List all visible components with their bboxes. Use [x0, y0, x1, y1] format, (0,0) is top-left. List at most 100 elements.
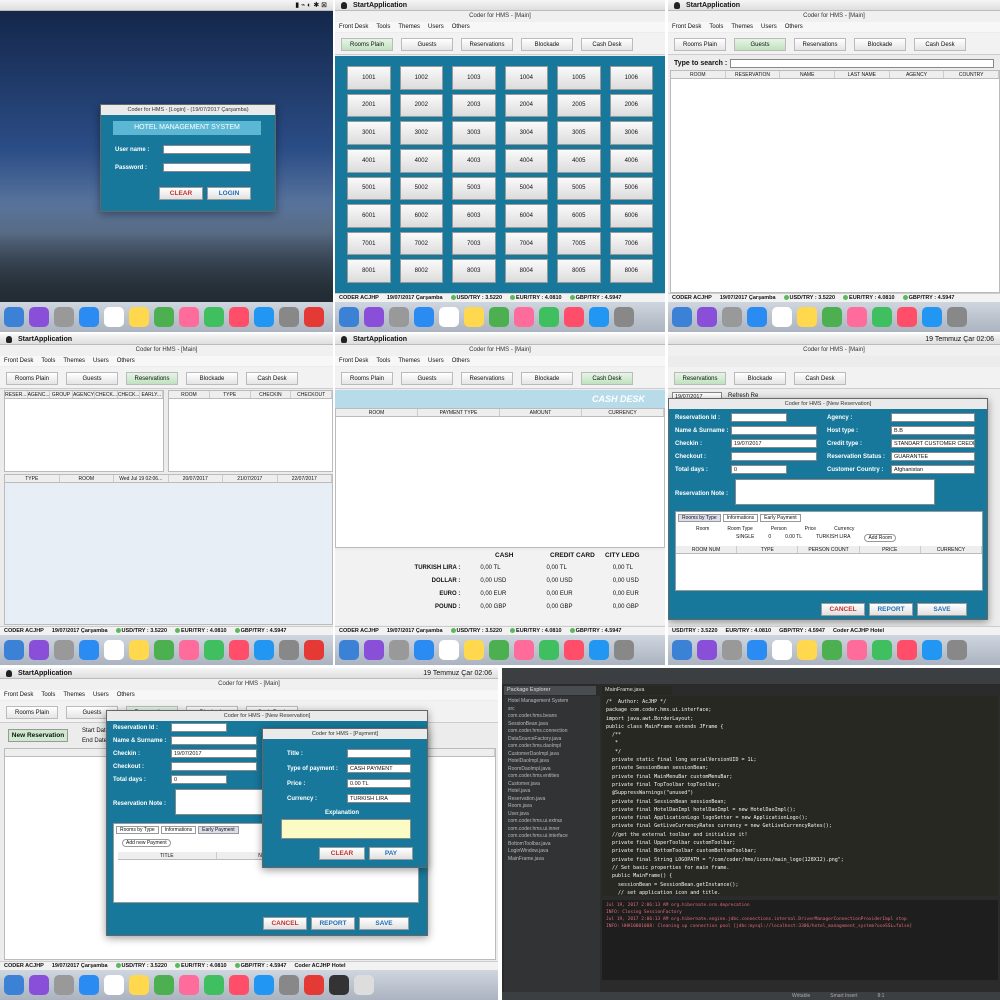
notes-icon[interactable] [129, 640, 149, 660]
music-icon[interactable] [897, 640, 917, 660]
menu-users[interactable]: Users [428, 22, 444, 32]
launchpad-icon[interactable] [54, 307, 74, 327]
room-button[interactable]: 5003 [452, 176, 496, 201]
menu-tools[interactable]: Tools [41, 356, 55, 366]
explorer-tab[interactable]: Package Explorer [504, 686, 596, 695]
menu-others[interactable]: Others [452, 356, 470, 366]
menu-others[interactable]: Others [117, 690, 135, 700]
new-reservation-button[interactable]: New Reservation [8, 729, 68, 742]
music-icon[interactable] [229, 975, 249, 995]
guests-button[interactable]: Guests [734, 38, 786, 51]
photos-icon[interactable] [514, 307, 534, 327]
menu-tools[interactable]: Tools [41, 690, 55, 700]
res-id-input[interactable] [171, 723, 227, 732]
room-button[interactable]: 2006 [609, 93, 653, 118]
music-icon[interactable] [229, 307, 249, 327]
photos-icon[interactable] [179, 975, 199, 995]
room-button[interactable]: 4002 [399, 148, 443, 173]
room-button[interactable]: 4003 [452, 148, 496, 173]
safari-icon[interactable] [414, 307, 434, 327]
save-button[interactable]: SAVE [917, 603, 967, 616]
maps-icon[interactable] [154, 640, 174, 660]
room-button[interactable]: 5002 [399, 176, 443, 201]
room-button[interactable]: 8003 [452, 259, 496, 283]
tree-item[interactable]: com.coder.hms.daoImpl [508, 743, 596, 751]
messages-icon[interactable] [872, 640, 892, 660]
tree-item[interactable]: Hotel Management System [508, 698, 596, 706]
room-button[interactable]: 7004 [504, 231, 548, 256]
room-button[interactable]: 3001 [347, 121, 391, 145]
currency-value[interactable]: TURKISH LIRA [816, 534, 850, 542]
finder-icon[interactable] [672, 307, 692, 327]
calendar-icon[interactable] [104, 640, 124, 660]
notes-icon[interactable] [464, 640, 484, 660]
menu-users[interactable]: Users [93, 690, 109, 700]
name-input[interactable] [731, 426, 817, 435]
guests-button[interactable]: Guests [401, 38, 453, 51]
file-tab[interactable]: MainFrame.java [602, 686, 672, 695]
safari-icon[interactable] [79, 307, 99, 327]
menu-front-desk[interactable]: Front Desk [339, 356, 368, 366]
menu-themes[interactable]: Themes [731, 22, 753, 32]
room-button[interactable]: 5004 [504, 176, 548, 201]
siri-icon[interactable] [697, 307, 717, 327]
agency-select[interactable] [891, 413, 975, 422]
room-button[interactable]: 1001 [347, 66, 391, 90]
music-icon[interactable] [897, 307, 917, 327]
checkin-input[interactable]: 19/07/2017 [171, 749, 257, 758]
status-select[interactable]: GUARANTEE [891, 452, 975, 461]
room-button[interactable]: 3005 [557, 121, 601, 145]
room-button[interactable]: 8005 [557, 259, 601, 283]
messages-icon[interactable] [204, 307, 224, 327]
guests-button[interactable]: Guests [66, 372, 118, 385]
appstore-icon[interactable] [254, 975, 274, 995]
room-button[interactable]: 6001 [347, 204, 391, 228]
room-button[interactable]: 5005 [557, 176, 601, 201]
apple-icon[interactable] [674, 1, 680, 9]
room-button[interactable]: 7001 [347, 231, 391, 256]
tree-item[interactable]: SessionBean.java [508, 721, 596, 729]
rooms-plain-button[interactable]: Rooms Plain [674, 38, 726, 51]
pay-button[interactable]: PAY [369, 847, 413, 860]
menu-front-desk[interactable]: Front Desk [339, 22, 368, 32]
menu-users[interactable]: Users [761, 22, 777, 32]
menu-themes[interactable]: Themes [63, 356, 85, 366]
tree-item[interactable]: HotelDaoImpl.java [508, 758, 596, 766]
menu-users[interactable]: Users [93, 356, 109, 366]
guests-button[interactable]: Guests [401, 372, 453, 385]
maps-icon[interactable] [154, 975, 174, 995]
launchpad-icon[interactable] [389, 307, 409, 327]
reservations-button[interactable]: Reservations [126, 372, 178, 385]
room-button[interactable]: 4006 [609, 148, 653, 173]
reservations-button[interactable]: Reservations [674, 372, 726, 385]
room-button[interactable]: 7003 [452, 231, 496, 256]
calendar-icon[interactable] [439, 307, 459, 327]
room-button[interactable]: 1002 [399, 66, 443, 90]
room-button[interactable]: 3004 [504, 121, 548, 145]
tree-item[interactable]: BottomToolbar.java [508, 841, 596, 849]
reservations-button[interactable]: Reservations [461, 372, 513, 385]
country-select[interactable]: Afghanistan [891, 465, 975, 474]
launchpad-icon[interactable] [722, 640, 742, 660]
room-button[interactable]: 7002 [399, 231, 443, 256]
menu-others[interactable]: Others [117, 356, 135, 366]
rooms-plain-button[interactable]: Rooms Plain [6, 706, 58, 719]
code-editor[interactable]: /* Author: AcJHP */ package com.coder.hms… [602, 696, 998, 896]
maps-icon[interactable] [489, 640, 509, 660]
tree-item[interactable]: User.java [508, 811, 596, 819]
finder-icon[interactable] [672, 640, 692, 660]
settings-icon[interactable] [614, 640, 634, 660]
apple-icon[interactable] [6, 335, 12, 343]
room-button[interactable]: 4005 [557, 148, 601, 173]
room-button[interactable]: 3002 [399, 121, 443, 145]
room-button[interactable]: 6004 [504, 204, 548, 228]
messages-icon[interactable] [539, 307, 559, 327]
cancel-button[interactable]: CANCEL [821, 603, 865, 616]
safari-icon[interactable] [414, 640, 434, 660]
menu-users[interactable]: Users [428, 356, 444, 366]
tree-item[interactable]: com.coder.hms.beans [508, 713, 596, 721]
settings-icon[interactable] [947, 640, 967, 660]
messages-icon[interactable] [204, 975, 224, 995]
room-button[interactable]: 8002 [399, 259, 443, 283]
clear-button[interactable]: CLEAR [319, 847, 365, 860]
